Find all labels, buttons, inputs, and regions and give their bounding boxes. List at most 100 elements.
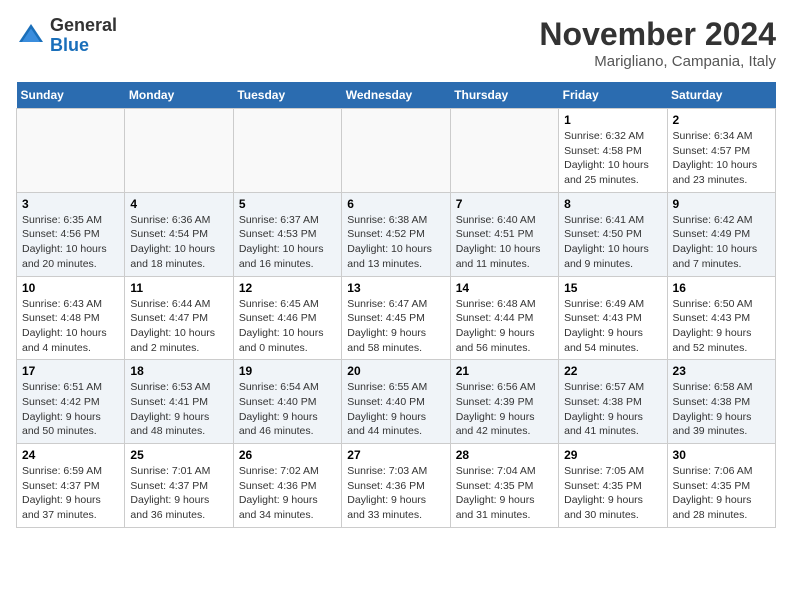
day-info: Sunrise: 6:37 AM Sunset: 4:53 PM Dayligh… [239,213,336,272]
calendar-cell: 20Sunrise: 6:55 AM Sunset: 4:40 PM Dayli… [342,360,450,444]
day-info: Sunrise: 7:06 AM Sunset: 4:35 PM Dayligh… [673,464,770,523]
day-number: 26 [239,448,336,462]
weekday-header-cell: Saturday [667,82,775,109]
day-number: 2 [673,113,770,127]
calendar-cell: 2 Sunrise: 6:34 AM Sunset: 4:57 PM Daylig… [667,109,775,193]
calendar-cell: 19Sunrise: 6:54 AM Sunset: 4:40 PM Dayli… [233,360,341,444]
calendar-cell: 25 Sunrise: 7:01 AM Sunset: 4:37 PM Dayli… [125,444,233,528]
day-number: 28 [456,448,553,462]
day-number: 15 [564,281,661,295]
day-info: Sunrise: 6:53 AM Sunset: 4:41 PM Dayligh… [130,380,227,439]
calendar-cell: 28 Sunrise: 7:04 AM Sunset: 4:35 PM Dayli… [450,444,558,528]
calendar-cell: 6Sunrise: 6:38 AM Sunset: 4:52 PM Daylig… [342,192,450,276]
day-number: 21 [456,364,553,378]
calendar-cell: 12 Sunrise: 6:45 AM Sunset: 4:46 PM Dayli… [233,276,341,360]
day-number: 22 [564,364,661,378]
calendar-cell: 24 Sunrise: 6:59 AM Sunset: 4:37 PM Dayli… [17,444,125,528]
calendar-cell: 4Sunrise: 6:36 AM Sunset: 4:54 PM Daylig… [125,192,233,276]
day-info: Sunrise: 6:36 AM Sunset: 4:54 PM Dayligh… [130,213,227,272]
calendar-cell: 30 Sunrise: 7:06 AM Sunset: 4:35 PM Dayli… [667,444,775,528]
calendar-cell: 27 Sunrise: 7:03 AM Sunset: 4:36 PM Dayli… [342,444,450,528]
calendar-cell: 3 Sunrise: 6:35 AM Sunset: 4:56 PM Daylig… [17,192,125,276]
calendar-cell: 18 Sunrise: 6:53 AM Sunset: 4:41 PM Dayli… [125,360,233,444]
day-info: Sunrise: 7:02 AM Sunset: 4:36 PM Dayligh… [239,464,336,523]
day-info: Sunrise: 6:41 AM Sunset: 4:50 PM Dayligh… [564,213,661,272]
logo: General Blue [16,16,117,56]
calendar-cell: 1Sunrise: 6:32 AM Sunset: 4:58 PM Daylig… [559,109,667,193]
day-number: 5 [239,197,336,211]
day-info: Sunrise: 6:43 AM Sunset: 4:48 PM Dayligh… [22,297,119,356]
day-info: Sunrise: 6:45 AM Sunset: 4:46 PM Dayligh… [239,297,336,356]
calendar-cell: 15 Sunrise: 6:49 AM Sunset: 4:43 PM Dayli… [559,276,667,360]
calendar-cell: 8 Sunrise: 6:41 AM Sunset: 4:50 PM Daylig… [559,192,667,276]
day-number: 29 [564,448,661,462]
calendar-cell: 23Sunrise: 6:58 AM Sunset: 4:38 PM Dayli… [667,360,775,444]
calendar-cell [342,109,450,193]
day-info: Sunrise: 6:54 AM Sunset: 4:40 PM Dayligh… [239,380,336,439]
day-number: 16 [673,281,770,295]
weekday-header-cell: Tuesday [233,82,341,109]
calendar-cell: 17Sunrise: 6:51 AM Sunset: 4:42 PM Dayli… [17,360,125,444]
calendar-week-row: 3 Sunrise: 6:35 AM Sunset: 4:56 PM Daylig… [17,192,776,276]
calendar-cell: 26 Sunrise: 7:02 AM Sunset: 4:36 PM Dayli… [233,444,341,528]
day-info: Sunrise: 6:48 AM Sunset: 4:44 PM Dayligh… [456,297,553,356]
day-number: 30 [673,448,770,462]
weekday-header-cell: Monday [125,82,233,109]
day-info: Sunrise: 6:34 AM Sunset: 4:57 PM Dayligh… [673,129,770,188]
calendar-week-row: 17Sunrise: 6:51 AM Sunset: 4:42 PM Dayli… [17,360,776,444]
weekday-header-cell: Wednesday [342,82,450,109]
calendar-week-row: 24 Sunrise: 6:59 AM Sunset: 4:37 PM Dayli… [17,444,776,528]
calendar-cell: 13 Sunrise: 6:47 AM Sunset: 4:45 PM Dayli… [342,276,450,360]
day-info: Sunrise: 7:01 AM Sunset: 4:37 PM Dayligh… [130,464,227,523]
calendar-cell: 16 Sunrise: 6:50 AM Sunset: 4:43 PM Dayli… [667,276,775,360]
day-number: 1 [564,113,661,127]
day-info: Sunrise: 6:50 AM Sunset: 4:43 PM Dayligh… [673,297,770,356]
calendar-cell [17,109,125,193]
calendar-week-row: 10 Sunrise: 6:43 AM Sunset: 4:48 PM Dayli… [17,276,776,360]
calendar-cell: 9 Sunrise: 6:42 AM Sunset: 4:49 PM Daylig… [667,192,775,276]
calendar-cell: 14 Sunrise: 6:48 AM Sunset: 4:44 PM Dayli… [450,276,558,360]
day-info: Sunrise: 6:35 AM Sunset: 4:56 PM Dayligh… [22,213,119,272]
calendar-cell: 10 Sunrise: 6:43 AM Sunset: 4:48 PM Dayli… [17,276,125,360]
day-number: 9 [673,197,770,211]
day-info: Sunrise: 6:47 AM Sunset: 4:45 PM Dayligh… [347,297,444,356]
calendar-cell: 21 Sunrise: 6:56 AM Sunset: 4:39 PM Dayli… [450,360,558,444]
day-info: Sunrise: 6:49 AM Sunset: 4:43 PM Dayligh… [564,297,661,356]
calendar-cell [450,109,558,193]
logo-icon [16,21,46,51]
day-info: Sunrise: 6:56 AM Sunset: 4:39 PM Dayligh… [456,380,553,439]
weekday-header-cell: Friday [559,82,667,109]
day-number: 17 [22,364,119,378]
logo-text: General Blue [50,16,117,56]
calendar-cell [125,109,233,193]
day-number: 23 [673,364,770,378]
day-number: 13 [347,281,444,295]
day-info: Sunrise: 7:05 AM Sunset: 4:35 PM Dayligh… [564,464,661,523]
day-info: Sunrise: 6:42 AM Sunset: 4:49 PM Dayligh… [673,213,770,272]
day-info: Sunrise: 7:03 AM Sunset: 4:36 PM Dayligh… [347,464,444,523]
day-number: 14 [456,281,553,295]
day-number: 12 [239,281,336,295]
day-number: 10 [22,281,119,295]
calendar-table: SundayMondayTuesdayWednesdayThursdayFrid… [16,82,776,528]
day-number: 24 [22,448,119,462]
day-info: Sunrise: 6:59 AM Sunset: 4:37 PM Dayligh… [22,464,119,523]
day-number: 6 [347,197,444,211]
day-number: 18 [130,364,227,378]
day-number: 3 [22,197,119,211]
day-info: Sunrise: 6:57 AM Sunset: 4:38 PM Dayligh… [564,380,661,439]
calendar-cell [233,109,341,193]
day-number: 11 [130,281,227,295]
day-info: Sunrise: 7:04 AM Sunset: 4:35 PM Dayligh… [456,464,553,523]
day-info: Sunrise: 6:44 AM Sunset: 4:47 PM Dayligh… [130,297,227,356]
day-number: 7 [456,197,553,211]
day-number: 27 [347,448,444,462]
calendar-cell: 11 Sunrise: 6:44 AM Sunset: 4:47 PM Dayli… [125,276,233,360]
day-number: 25 [130,448,227,462]
weekday-header-row: SundayMondayTuesdayWednesdayThursdayFrid… [17,82,776,109]
day-number: 8 [564,197,661,211]
calendar-body: 1Sunrise: 6:32 AM Sunset: 4:58 PM Daylig… [17,109,776,528]
page-header: General Blue November 2024 Marigliano, C… [16,16,776,70]
calendar-cell: 22 Sunrise: 6:57 AM Sunset: 4:38 PM Dayli… [559,360,667,444]
month-title: November 2024 [539,16,776,53]
